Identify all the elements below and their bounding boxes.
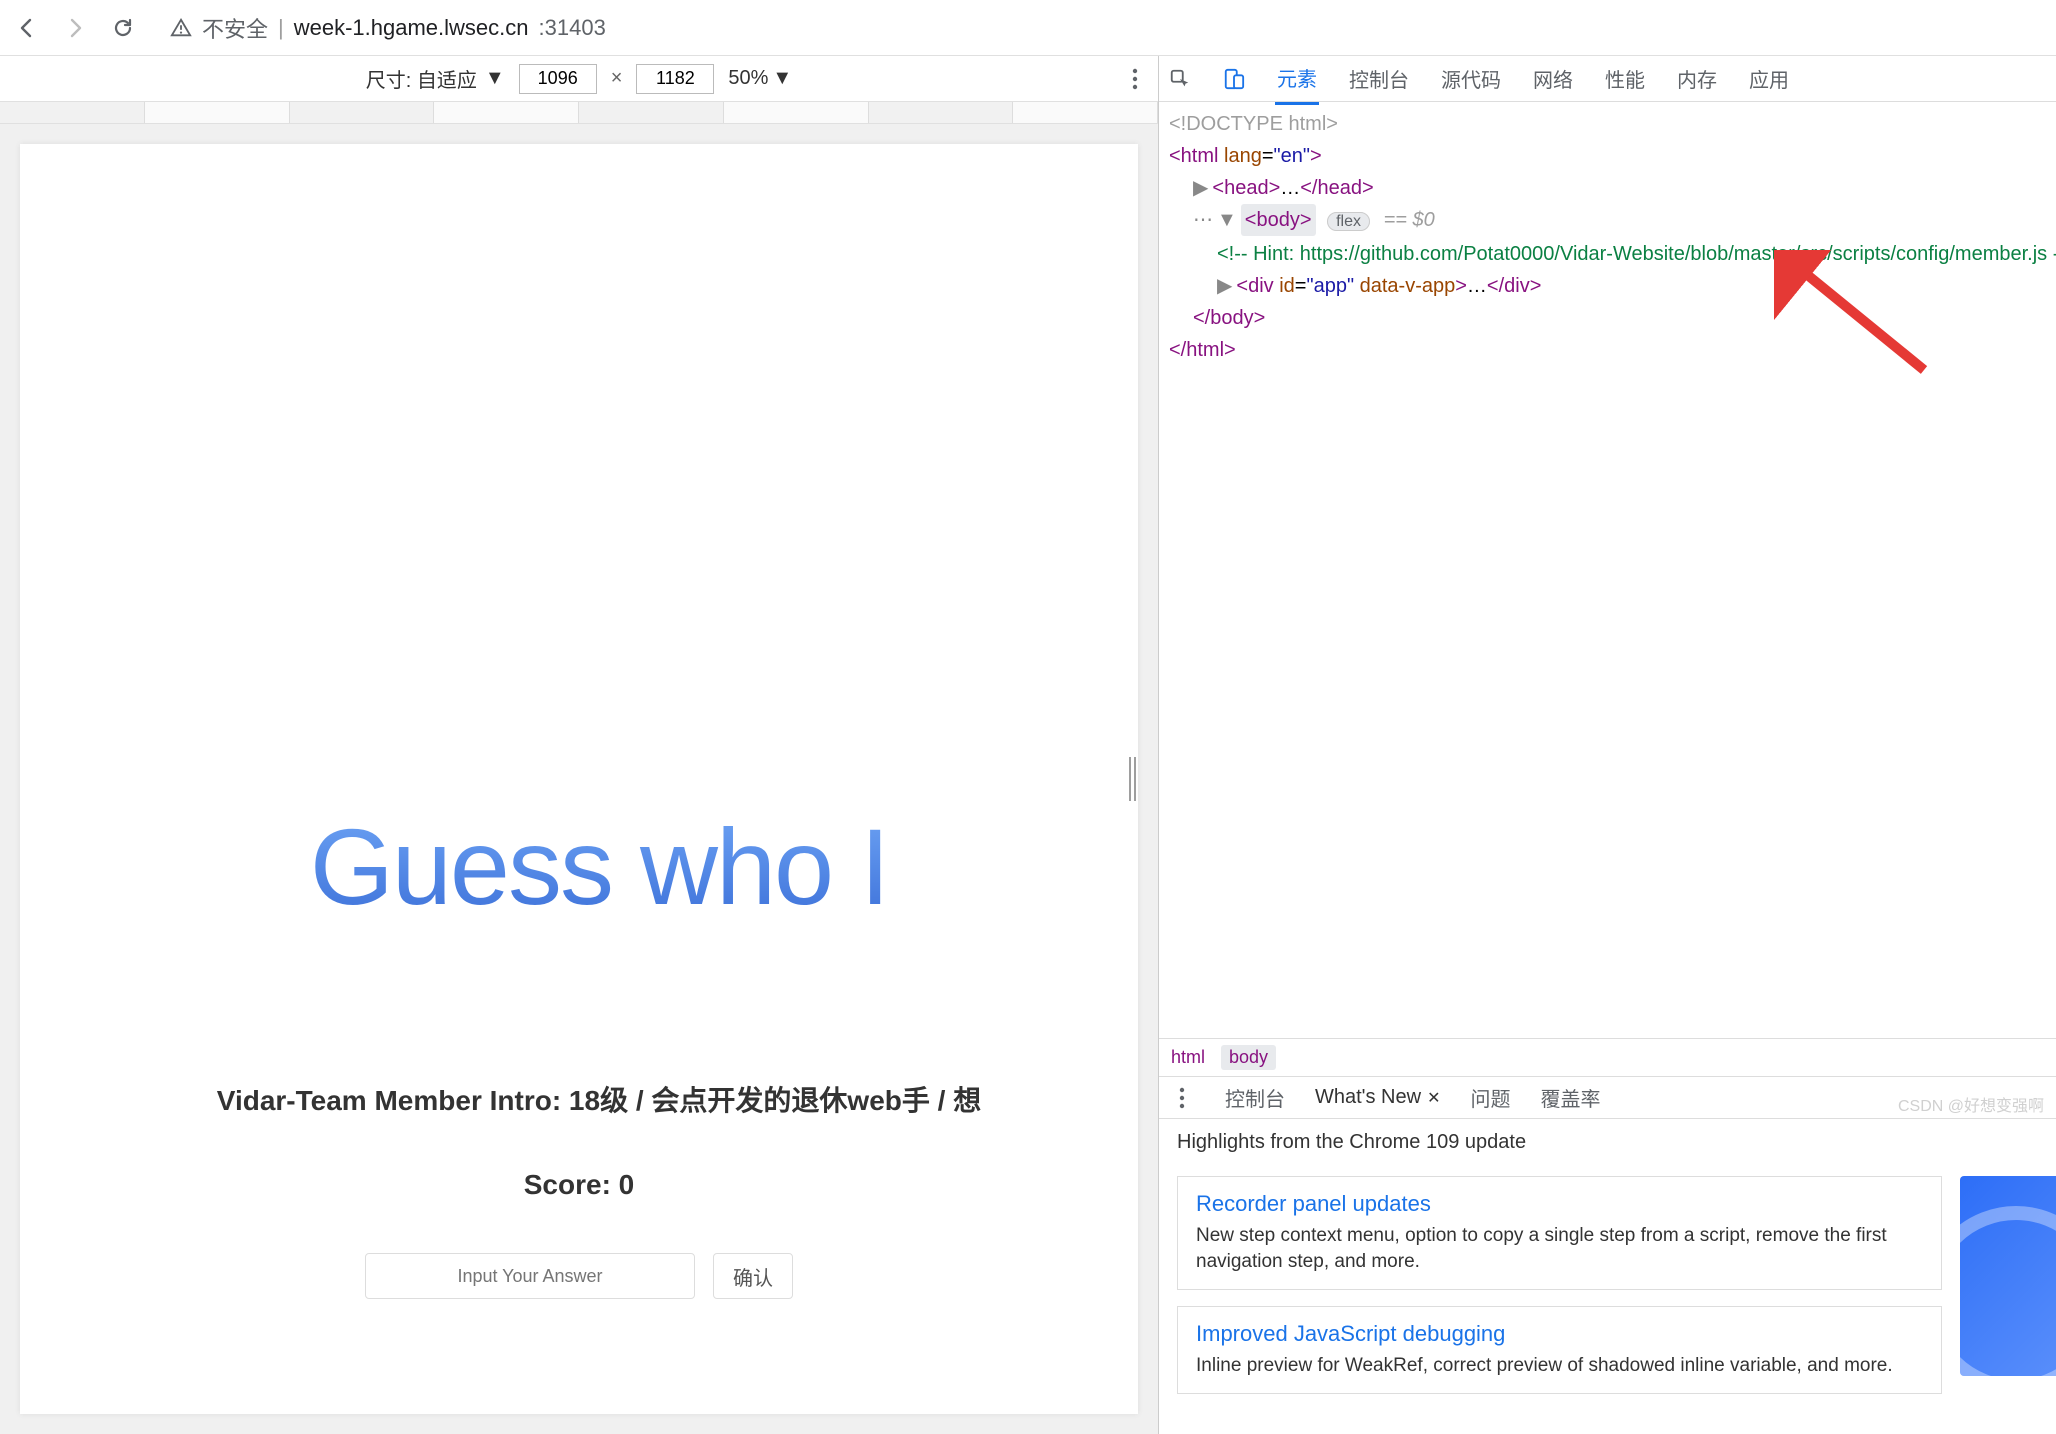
chevron-down-icon: ▼: [485, 67, 505, 90]
watermark: CSDN @好想变强啊: [1898, 1092, 2044, 1116]
intro-text: Vidar-Team Member Intro: 18级 / 会点开发的退休we…: [20, 1079, 1138, 1119]
tab-network[interactable]: 网络: [1531, 54, 1575, 103]
tree-toggle-icon[interactable]: ▼: [1217, 209, 1237, 231]
back-button[interactable]: [12, 13, 42, 43]
drawer-tab-whatsnew[interactable]: What's New ✕: [1315, 1086, 1440, 1109]
device-mode-icon[interactable]: [1221, 66, 1247, 92]
zoom-selector[interactable]: 50% ▼: [728, 67, 792, 90]
card-title: Recorder panel updates: [1196, 1191, 1923, 1217]
page-title: Guess who I: [20, 804, 1138, 929]
whatsnew-card[interactable]: Recorder panel updates New step context …: [1177, 1176, 1942, 1290]
url-port: :31403: [539, 15, 606, 41]
page-pane: 尺寸: 自适应 ▼ × 50% ▼ Guess who I Vidar-Team…: [0, 56, 1159, 1434]
score-text: Score: 0: [20, 1169, 1138, 1201]
card-title: Improved JavaScript debugging: [1196, 1321, 1923, 1347]
breadcrumb-html[interactable]: html: [1171, 1047, 1205, 1068]
elements-panel[interactable]: <!DOCTYPE html> <html lang="en"> ▶<head>…: [1159, 102, 2056, 1038]
url-bar[interactable]: 不安全 | week-1.hgame.lwsec.cn :31403: [156, 8, 2044, 48]
devtools-pane: 元素 控制台 源代码 网络 性能 内存 应用 <!DOCTYPE html> <…: [1159, 56, 2056, 1434]
drawer-tab-console[interactable]: 控制台: [1225, 1083, 1285, 1112]
inspect-icon[interactable]: [1167, 66, 1193, 92]
drawer-heading: Highlights from the Chrome 109 update: [1159, 1118, 2056, 1166]
whatsnew-card[interactable]: Improved JavaScript debugging Inline pre…: [1177, 1306, 1942, 1394]
forward-button[interactable]: [60, 13, 90, 43]
insecure-icon: [170, 17, 192, 39]
tab-application[interactable]: 应用: [1747, 54, 1791, 103]
device-menu-button[interactable]: [1132, 68, 1138, 90]
dom-breadcrumb: html body: [1159, 1038, 2056, 1076]
drawer-menu-icon[interactable]: [1169, 1085, 1195, 1111]
promo-image: [1960, 1176, 2056, 1376]
tree-toggle-icon[interactable]: ▶: [1193, 177, 1208, 199]
drawer-body: Recorder panel updates New step context …: [1159, 1166, 2056, 1434]
tab-sources[interactable]: 源代码: [1439, 54, 1503, 103]
device-toolbar: 尺寸: 自适应 ▼ × 50% ▼: [0, 56, 1158, 102]
devtools-tabs: 元素 控制台 源代码 网络 性能 内存 应用: [1159, 56, 2056, 102]
flex-badge[interactable]: flex: [1327, 212, 1370, 231]
dom-body-line[interactable]: ⋯▼<body> flex == $0: [1169, 204, 2056, 238]
url-host: week-1.hgame.lwsec.cn: [294, 15, 529, 41]
height-input[interactable]: [636, 64, 714, 94]
drawer-tab-issues[interactable]: 问题: [1470, 1083, 1510, 1112]
tab-elements[interactable]: 元素: [1275, 53, 1319, 105]
tab-memory[interactable]: 内存: [1675, 54, 1719, 103]
tree-toggle-icon[interactable]: ▶: [1217, 275, 1232, 297]
dom-comment: <!-- Hint: https://github.com/Potat0000/…: [1217, 243, 2056, 265]
browser-toolbar: 不安全 | week-1.hgame.lwsec.cn :31403: [0, 0, 2056, 56]
tab-performance[interactable]: 性能: [1603, 54, 1647, 103]
eq0-label: == $0: [1384, 209, 1435, 231]
close-icon[interactable]: ✕: [1427, 1088, 1440, 1108]
confirm-button[interactable]: 确认: [713, 1253, 793, 1299]
card-body: New step context menu, option to copy a …: [1196, 1223, 1923, 1275]
card-body: Inline preview for WeakRef, correct prev…: [1196, 1353, 1923, 1379]
resize-handle[interactable]: [1126, 757, 1138, 801]
tab-console[interactable]: 控制台: [1347, 54, 1411, 103]
dim-x-icon: ×: [611, 67, 623, 90]
viewport-wrap: Guess who I Vidar-Team Member Intro: 18级…: [0, 124, 1158, 1434]
security-label: 不安全: [202, 12, 268, 44]
width-input[interactable]: [519, 64, 597, 94]
answer-input[interactable]: [365, 1253, 695, 1299]
viewport: Guess who I Vidar-Team Member Intro: 18级…: [20, 144, 1138, 1414]
ruler: [0, 102, 1158, 124]
drawer-tab-coverage[interactable]: 覆盖率: [1540, 1083, 1600, 1112]
breadcrumb-body[interactable]: body: [1221, 1045, 1276, 1070]
url-separator: |: [278, 15, 284, 41]
reload-button[interactable]: [108, 13, 138, 43]
device-selector[interactable]: 尺寸: 自适应 ▼: [366, 64, 505, 93]
dom-doctype: <!DOCTYPE html>: [1169, 113, 1338, 135]
chevron-down-icon: ▼: [772, 67, 792, 90]
